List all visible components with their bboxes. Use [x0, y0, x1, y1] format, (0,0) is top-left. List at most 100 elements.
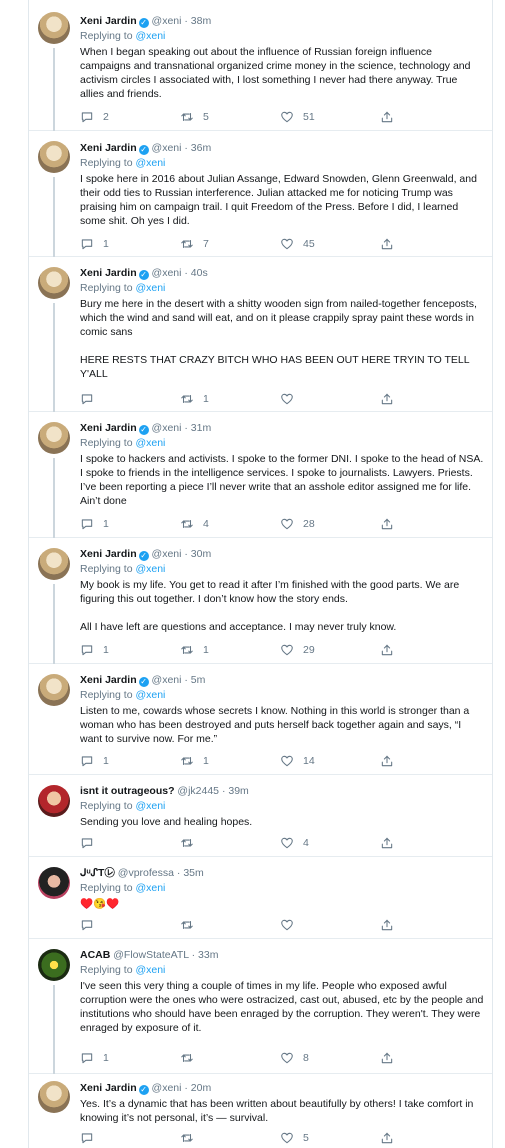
timestamp[interactable]: 36m: [191, 142, 211, 154]
user-handle[interactable]: @vprofessa: [118, 867, 174, 879]
replying-to-link[interactable]: @xeni: [135, 282, 165, 294]
like-button[interactable]: 4: [280, 835, 309, 851]
timestamp[interactable]: 33m: [198, 949, 218, 961]
reply-button[interactable]: 1: [80, 236, 109, 252]
share-button[interactable]: [380, 642, 394, 658]
reply-button[interactable]: 1: [80, 642, 109, 658]
display-name[interactable]: Xeni Jardin: [80, 1082, 137, 1094]
user-handle[interactable]: @xeni: [152, 267, 182, 279]
timestamp[interactable]: 39m: [228, 785, 248, 797]
display-name[interactable]: Xeni Jardin: [80, 142, 137, 154]
share-button[interactable]: [380, 917, 394, 933]
replying-to-link[interactable]: @xeni: [135, 563, 165, 575]
like-button[interactable]: 5: [280, 1130, 309, 1146]
share-button[interactable]: [380, 236, 394, 252]
user-handle[interactable]: @xeni: [152, 548, 182, 560]
share-button[interactable]: [380, 109, 394, 125]
reply-button[interactable]: [80, 835, 103, 851]
timestamp[interactable]: 38m: [191, 15, 211, 27]
replying-to-link[interactable]: @xeni: [135, 437, 165, 449]
display-name[interactable]: ACAB: [80, 949, 110, 961]
avatar[interactable]: [38, 785, 70, 817]
replying-to-link[interactable]: @xeni: [135, 964, 165, 976]
user-handle[interactable]: @jk2445: [177, 785, 219, 797]
reply-button[interactable]: 2: [80, 109, 109, 125]
reply-button[interactable]: [80, 1130, 103, 1146]
retweet-button[interactable]: 1: [180, 391, 209, 407]
retweet-button[interactable]: 5: [180, 109, 209, 125]
tweet[interactable]: ᒍᵘᔑT㋹ @vprofessa · 35m Replying to @xeni…: [29, 857, 492, 939]
display-name[interactable]: Xeni Jardin: [80, 674, 137, 686]
avatar[interactable]: [38, 949, 70, 981]
like-button[interactable]: 45: [280, 236, 315, 252]
retweet-button[interactable]: [180, 835, 203, 851]
tweet[interactable]: Xeni Jardin ✓ @xeni · 40s Replying to @xe…: [29, 257, 492, 412]
like-button[interactable]: 51: [280, 109, 315, 125]
retweet-button[interactable]: 1: [180, 642, 209, 658]
tweet[interactable]: Xeni Jardin ✓ @xeni · 5m Replying to @xen…: [29, 664, 492, 775]
tweet[interactable]: Xeni Jardin ✓ @xeni · 30m Replying to @xe…: [29, 538, 492, 664]
like-button[interactable]: [280, 391, 303, 407]
reply-button[interactable]: [80, 391, 103, 407]
user-handle[interactable]: @xeni: [152, 674, 182, 686]
reply-button[interactable]: 1: [80, 1050, 109, 1066]
avatar[interactable]: [38, 267, 70, 299]
reply-button[interactable]: 1: [80, 516, 109, 532]
like-button[interactable]: 29: [280, 642, 315, 658]
retweet-button[interactable]: 7: [180, 236, 209, 252]
timestamp[interactable]: 5m: [191, 674, 206, 686]
replying-to-link[interactable]: @xeni: [135, 157, 165, 169]
share-button[interactable]: [380, 835, 394, 851]
like-button[interactable]: 8: [280, 1050, 309, 1066]
avatar[interactable]: [38, 141, 70, 173]
retweet-button[interactable]: 1: [180, 753, 209, 769]
avatar[interactable]: [38, 422, 70, 454]
share-button[interactable]: [380, 391, 394, 407]
timestamp[interactable]: 40s: [191, 267, 208, 279]
share-button[interactable]: [380, 1050, 394, 1066]
share-button[interactable]: [380, 516, 394, 532]
display-name[interactable]: Xeni Jardin: [80, 267, 137, 279]
timestamp[interactable]: 31m: [191, 422, 211, 434]
display-name[interactable]: isnt it outrageous?: [80, 785, 175, 797]
retweet-button[interactable]: 4: [180, 516, 209, 532]
like-button[interactable]: 28: [280, 516, 315, 532]
replying-to-link[interactable]: @xeni: [135, 800, 165, 812]
user-handle[interactable]: @xeni: [152, 422, 182, 434]
timestamp[interactable]: 30m: [191, 548, 211, 560]
tweet[interactable]: Xeni Jardin ✓ @xeni · 36m Replying to @xe…: [29, 131, 492, 257]
replying-to-link[interactable]: @xeni: [135, 30, 165, 42]
display-name[interactable]: Xeni Jardin: [80, 422, 137, 434]
user-handle[interactable]: @xeni: [152, 1082, 182, 1094]
like-count: 14: [303, 755, 315, 767]
display-name[interactable]: Xeni Jardin: [80, 548, 137, 560]
display-name[interactable]: ᒍᵘᔑT㋹: [80, 867, 115, 879]
reply-button[interactable]: 1: [80, 753, 109, 769]
share-button[interactable]: [380, 753, 394, 769]
tweet[interactable]: Xeni Jardin ✓ @xeni · 20m Yes. It’s a dyn…: [29, 1074, 492, 1148]
avatar[interactable]: [38, 867, 70, 899]
avatar[interactable]: [38, 674, 70, 706]
like-button[interactable]: 14: [280, 753, 315, 769]
timestamp[interactable]: 35m: [183, 867, 203, 879]
user-handle[interactable]: @FlowStateATL: [113, 949, 188, 961]
tweet[interactable]: ACAB @FlowStateATL · 33m Replying to @xe…: [29, 939, 492, 1074]
share-button[interactable]: [380, 1130, 394, 1146]
avatar[interactable]: [38, 12, 70, 44]
avatar[interactable]: [38, 1081, 70, 1113]
timestamp[interactable]: 20m: [191, 1082, 211, 1094]
replying-to-link[interactable]: @xeni: [135, 689, 165, 701]
retweet-button[interactable]: [180, 1130, 203, 1146]
display-name[interactable]: Xeni Jardin: [80, 15, 137, 27]
retweet-button[interactable]: [180, 917, 203, 933]
reply-button[interactable]: [80, 917, 103, 933]
user-handle[interactable]: @xeni: [152, 142, 182, 154]
replying-to-link[interactable]: @xeni: [135, 882, 165, 894]
retweet-button[interactable]: [180, 1050, 203, 1066]
avatar[interactable]: [38, 548, 70, 580]
tweet[interactable]: Xeni Jardin ✓ @xeni · 38m Replying to @xe…: [29, 0, 492, 131]
tweet[interactable]: Xeni Jardin ✓ @xeni · 31m Replying to @xe…: [29, 412, 492, 538]
tweet[interactable]: isnt it outrageous? @jk2445 · 39m Replyi…: [29, 775, 492, 857]
like-button[interactable]: [280, 917, 303, 933]
user-handle[interactable]: @xeni: [152, 15, 182, 27]
